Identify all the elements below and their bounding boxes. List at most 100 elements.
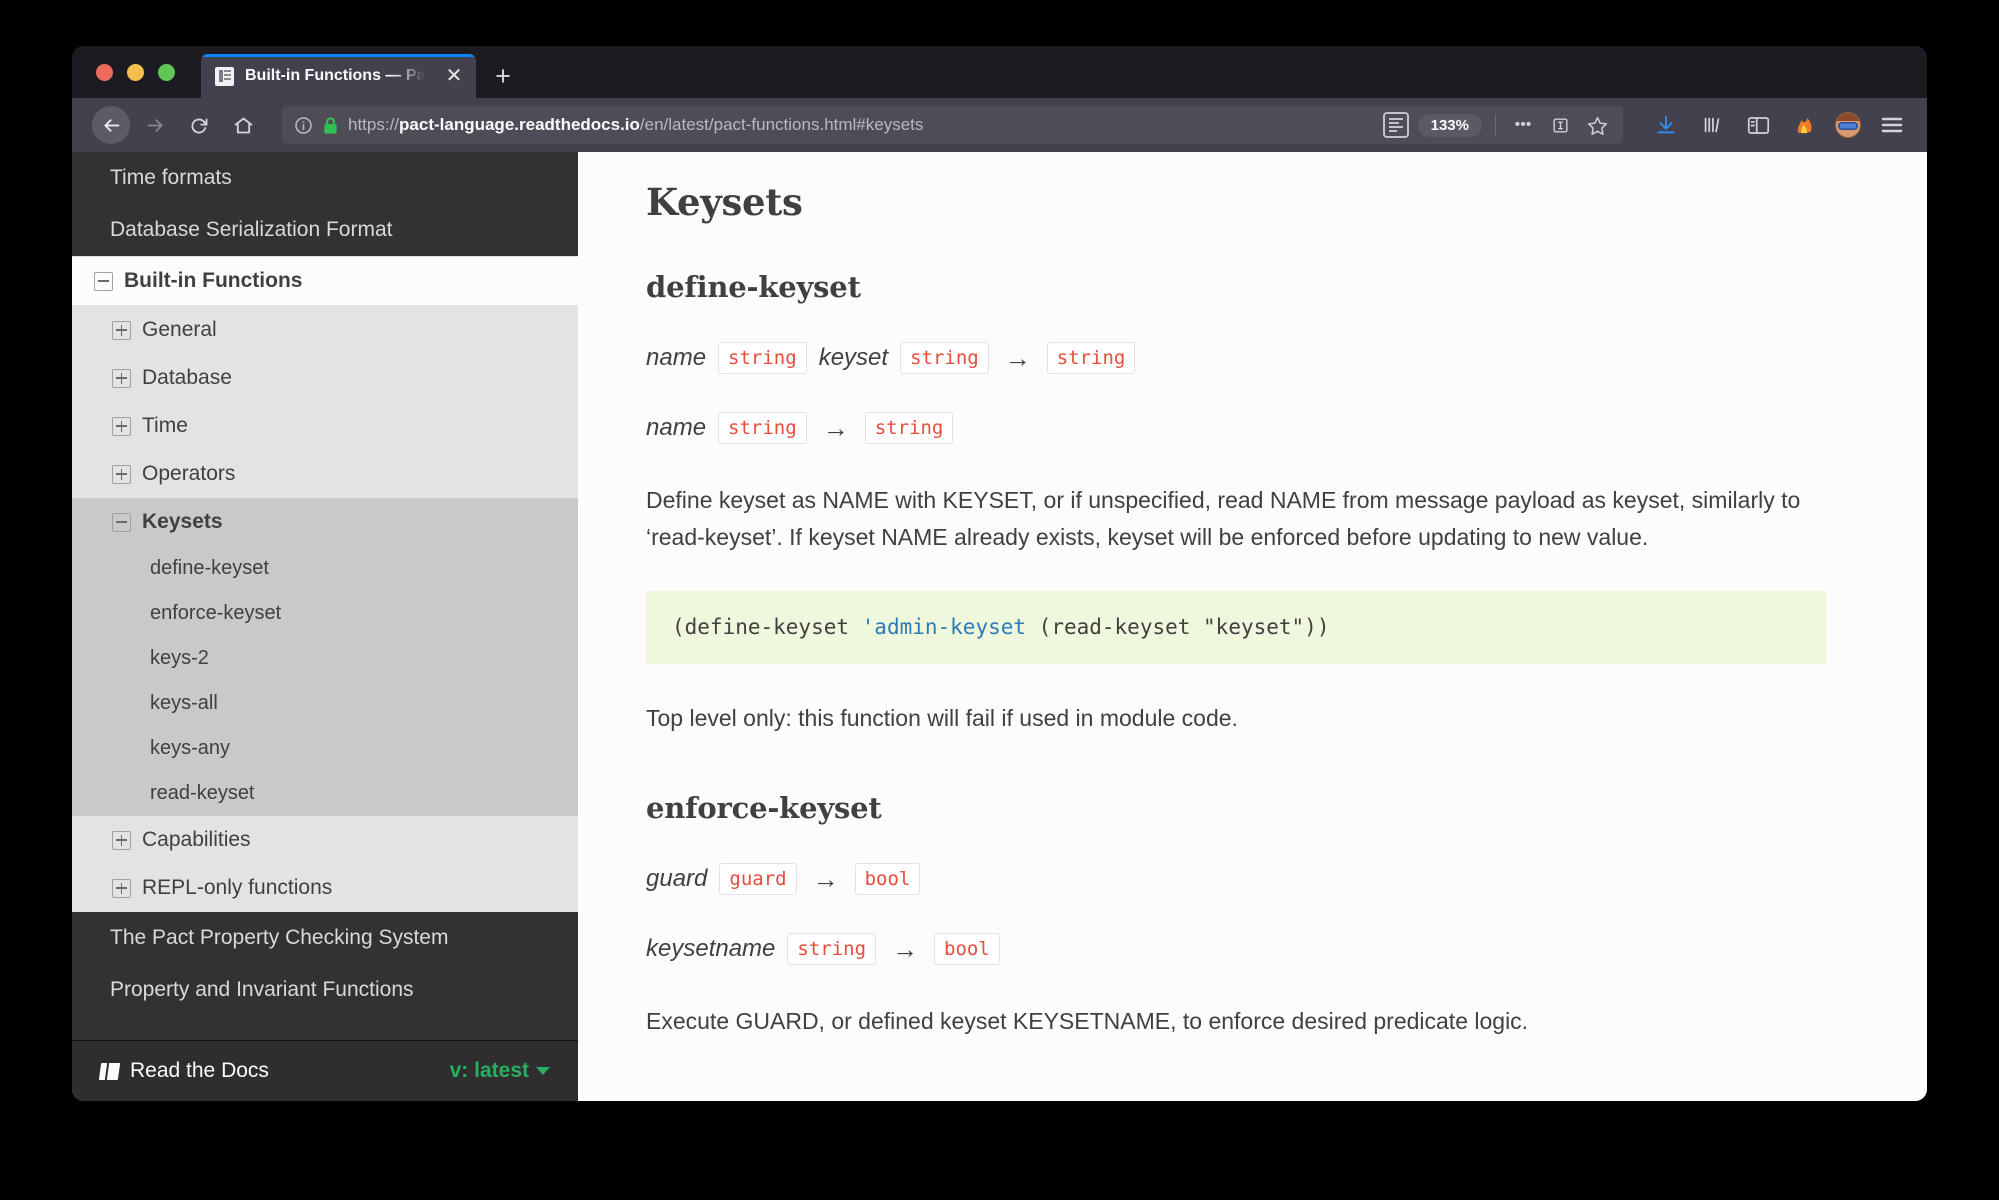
code-symbol: 'admin-keyset: [861, 614, 1027, 639]
tab-strip: Built-in Functions — Pact Langu ✕ +: [72, 46, 1927, 98]
close-icon[interactable]: ✕: [442, 64, 466, 88]
sidebar-item-time-formats[interactable]: Time formats: [72, 152, 578, 204]
hamburger-menu-icon[interactable]: [1877, 110, 1907, 140]
back-button[interactable]: [92, 106, 130, 144]
sidebar-group-general: General: [72, 306, 578, 354]
reader-view-icon[interactable]: [1382, 112, 1409, 138]
arrow-right-icon: →: [812, 863, 839, 894]
sidebar-group-database: Database: [72, 354, 578, 402]
collapse-toggle-icon[interactable]: [112, 512, 131, 532]
sidebar-item-capabilities[interactable]: Capabilities: [72, 816, 578, 864]
close-window-button[interactable]: [96, 63, 113, 81]
sidebar-item-keys-2[interactable]: keys-2: [72, 636, 578, 681]
param-name: keysetname: [646, 935, 776, 963]
info-icon[interactable]: [294, 116, 313, 135]
section-note: Top level only: this function will fail …: [646, 704, 1238, 731]
expand-toggle-icon[interactable]: [112, 830, 131, 850]
sidebar-section-label: Built-in Functions: [124, 269, 303, 292]
sidebar-item-label: Operators: [142, 462, 236, 485]
sidebar-item-operators[interactable]: Operators: [72, 450, 578, 498]
sidebar-group-time: Time: [72, 402, 578, 450]
bookmark-star-icon[interactable]: [1583, 111, 1611, 139]
return-type: bool: [934, 933, 1000, 966]
extension-icon[interactable]: [1789, 110, 1819, 140]
section-description: Execute GUARD, or defined keyset KEYSETN…: [646, 1008, 1529, 1035]
url-host: pact-language.readthedocs.io: [399, 115, 640, 134]
browser-tab[interactable]: Built-in Functions — Pact Langu ✕: [201, 54, 476, 98]
url-path: /en/latest/pact-functions.html#keysets: [639, 115, 924, 134]
window-traffic-lights: [96, 46, 201, 98]
sidebar-scroll-region[interactable]: Time formats Database Serialization Form…: [72, 152, 578, 1040]
maximize-window-button[interactable]: [158, 63, 175, 81]
arrow-right-icon: [147, 118, 163, 132]
reload-icon: [191, 117, 207, 133]
library-icon[interactable]: [1697, 110, 1727, 140]
arrow-left-icon: [103, 118, 119, 132]
downloads-icon[interactable]: [1651, 110, 1681, 140]
expand-toggle-icon[interactable]: [112, 320, 131, 340]
forward-button[interactable]: [136, 106, 174, 144]
read-the-docs-brand[interactable]: Read the Docs: [98, 1059, 269, 1083]
sidebar-item-keysets[interactable]: Keysets: [72, 498, 578, 546]
sidebar-item-label: General: [142, 318, 217, 341]
expand-toggle-icon[interactable]: [112, 464, 131, 484]
document-favicon: [215, 66, 234, 86]
sidebar-item-time[interactable]: Time: [72, 402, 578, 450]
lock-glyph: [324, 116, 337, 134]
sidebar-item-database-serialization-format[interactable]: Database Serialization Format: [72, 204, 578, 256]
sidebar-item-keys-any[interactable]: keys-any: [72, 726, 578, 771]
param-name: name: [646, 414, 707, 441]
sidebar-item-read-keyset[interactable]: read-keyset: [72, 771, 578, 816]
section-heading-define-keyset: define-keyset: [646, 270, 861, 304]
arrow-right-icon: →: [1004, 342, 1031, 373]
page-actions-icon[interactable]: •••: [1509, 111, 1537, 139]
param-name: keyset: [818, 344, 889, 371]
account-avatar[interactable]: [1835, 112, 1861, 138]
sidebar-item-general[interactable]: General: [72, 306, 578, 354]
expand-toggle-icon[interactable]: [112, 368, 131, 388]
lock-icon[interactable]: [322, 116, 339, 135]
sidebar-item-keys-all[interactable]: keys-all: [72, 681, 578, 726]
browser-window: Built-in Functions — Pact Langu ✕ +: [72, 46, 1927, 1101]
sidebar-item-enforce-keyset[interactable]: enforce-keyset: [72, 591, 578, 636]
version-label: v: latest: [449, 1059, 529, 1082]
sidebar-item-repl-only-functions[interactable]: REPL-only functions: [72, 864, 578, 912]
sidebar-section-built-in-functions[interactable]: Built-in Functions: [72, 256, 578, 306]
expand-toggle-icon[interactable]: [112, 878, 131, 898]
arrow-right-icon: →: [822, 412, 849, 443]
sidebar-item-label: Keysets: [142, 510, 223, 533]
home-button[interactable]: [224, 106, 262, 144]
param-name: guard: [646, 865, 708, 893]
version-selector[interactable]: v: latest: [450, 1059, 550, 1083]
reload-button[interactable]: [180, 106, 218, 144]
zoom-level-badge[interactable]: 133%: [1417, 113, 1482, 137]
docs-sidebar: Time formats Database Serialization Form…: [72, 152, 578, 1101]
arrow-right-icon: →: [892, 933, 919, 964]
new-tab-button[interactable]: +: [482, 54, 524, 98]
flame-glyph: [1797, 117, 1812, 133]
param-name: name: [646, 344, 707, 371]
sidebar-item-label: Database: [142, 366, 232, 389]
sidebar-item-define-keyset[interactable]: define-keyset: [72, 546, 578, 591]
sidebar-item-pact-property-checking-system[interactable]: The Pact Property Checking System: [72, 912, 578, 964]
url-bar[interactable]: https://pact-language.readthedocs.io/en/…: [282, 106, 1623, 144]
sidebar-group-capabilities: Capabilities: [72, 816, 578, 864]
navigation-toolbar: https://pact-language.readthedocs.io/en/…: [72, 98, 1927, 152]
param-type: string: [787, 933, 877, 966]
param-type: string: [718, 412, 807, 444]
sidebar-item-property-and-invariant-functions[interactable]: Property and Invariant Functions: [72, 964, 578, 1016]
page-title: Keysets: [646, 180, 803, 224]
pocket-icon[interactable]: [1546, 111, 1574, 139]
code-example: (define-keyset 'admin-keyset (read-keyse…: [646, 590, 1826, 664]
toolbar-divider: [1495, 114, 1496, 136]
code-text-before: (define-keyset: [672, 614, 862, 639]
sidebar-toggle-icon[interactable]: [1743, 110, 1773, 140]
sidebar-item-label: Capabilities: [142, 828, 251, 851]
page-viewport: Time formats Database Serialization Form…: [72, 152, 1927, 1101]
sidebar-group-repl-only-functions: REPL-only functions: [72, 864, 578, 912]
sidebar-item-database[interactable]: Database: [72, 354, 578, 402]
minimize-window-button[interactable]: [127, 63, 144, 81]
collapse-toggle-icon[interactable]: [94, 271, 113, 291]
expand-toggle-icon[interactable]: [112, 416, 131, 436]
book-icon: [98, 1062, 121, 1080]
